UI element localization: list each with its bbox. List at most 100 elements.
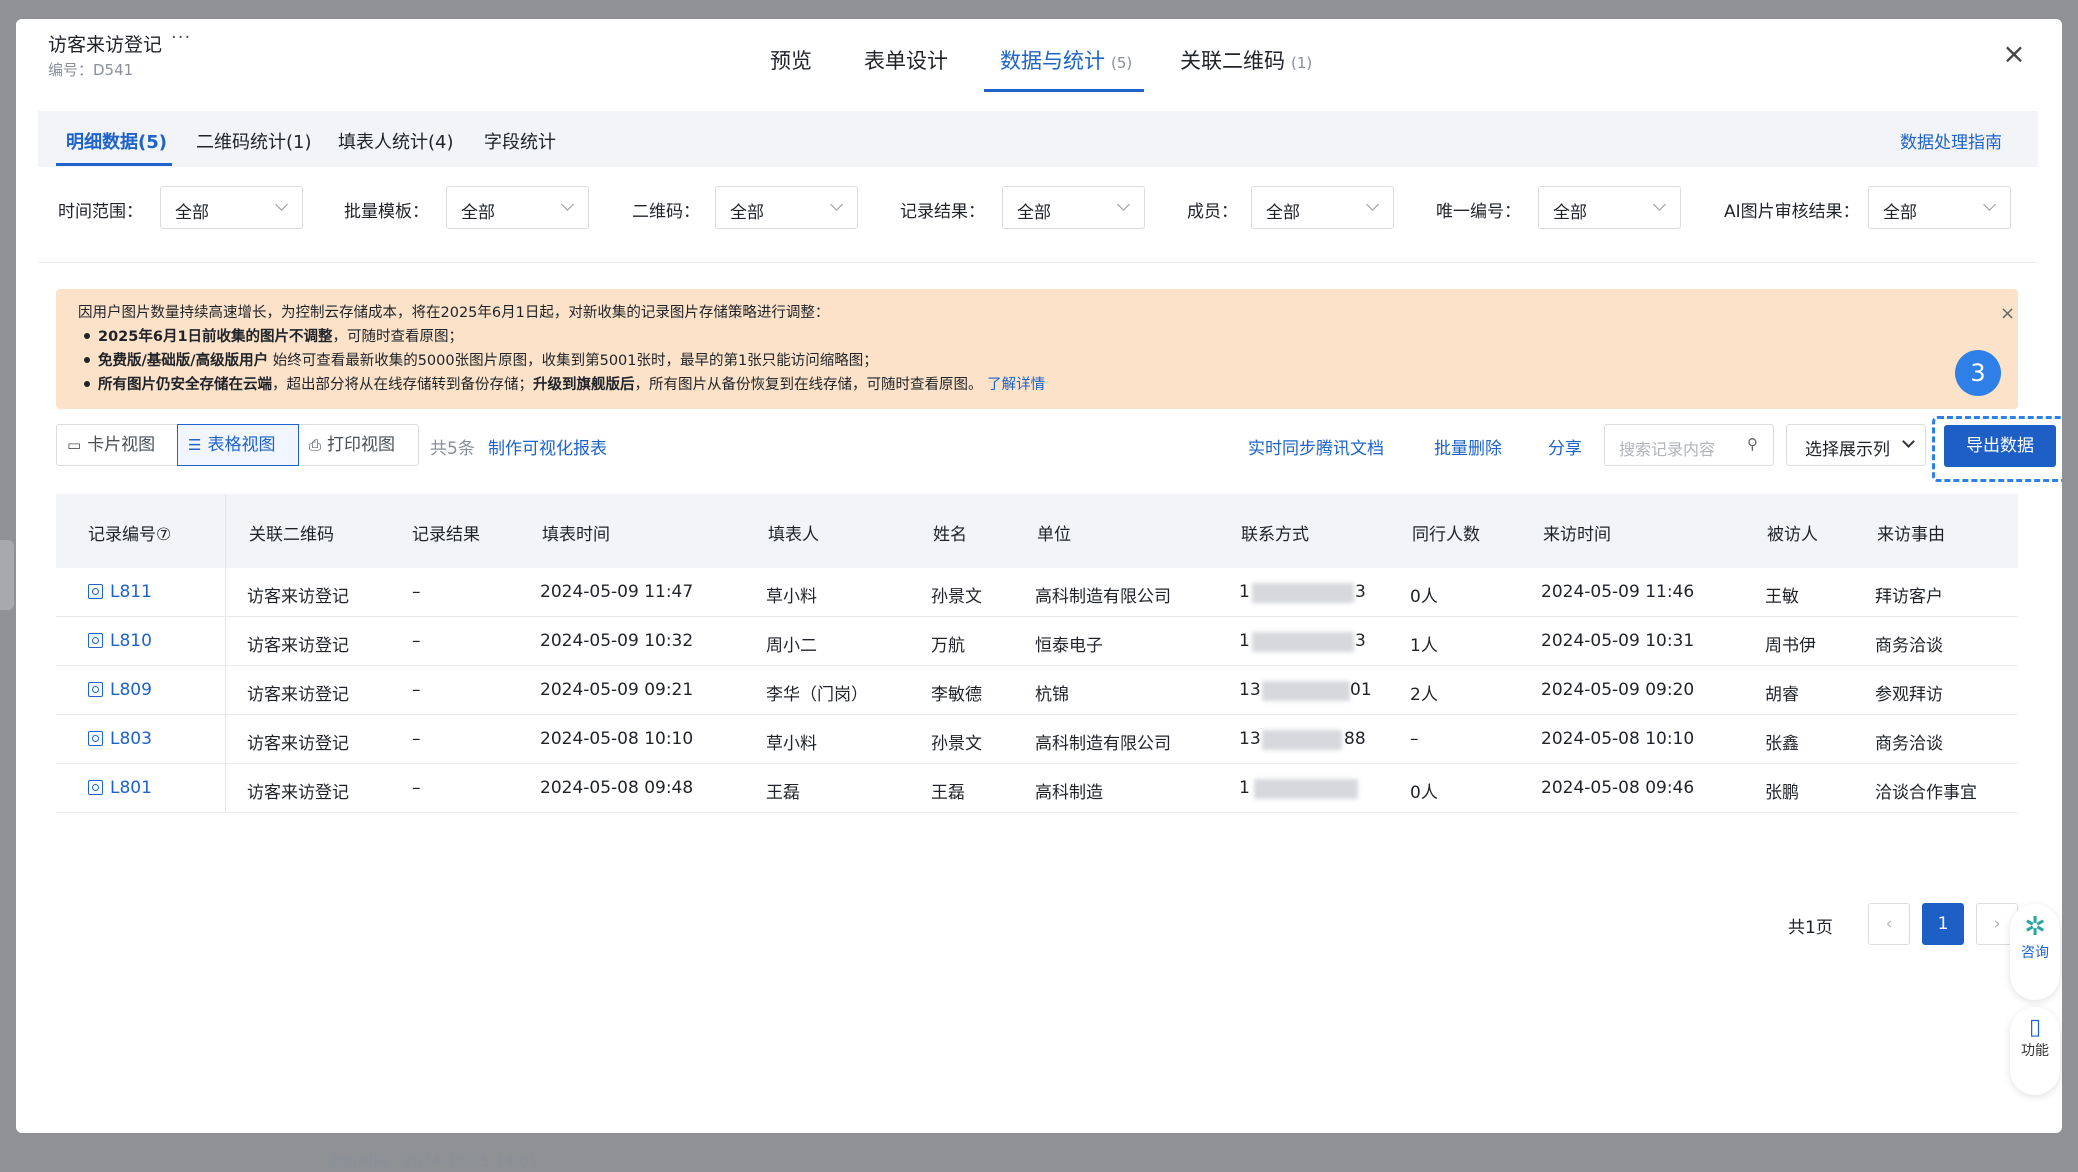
visual-report-link[interactable]: 制作可视化报表 (488, 434, 607, 459)
subtab-filler-stats[interactable]: 填表人统计(4) (338, 128, 454, 154)
card-view-button[interactable]: ▭ 卡片视图 (67, 425, 155, 465)
table-row[interactable]: L810 访客来访登记 – 2024-05-09 10:32 周小二 万航 恒泰… (56, 617, 2018, 666)
record-icon (88, 682, 103, 697)
cell-company: 杭锦 (1035, 685, 1069, 705)
cell-companions: 2人 (1410, 685, 1438, 705)
batch-delete-link[interactable]: 批量删除 (1434, 434, 1502, 459)
filter-record-result-select[interactable]: 全部 (1002, 186, 1145, 229)
cell-filler: 王磊 (766, 783, 800, 803)
filter-member-select[interactable]: 全部 (1251, 186, 1394, 229)
page-1-button[interactable]: 1 (1922, 903, 1964, 945)
record-count: 共5条 (430, 439, 475, 459)
features-float-button[interactable]: ▯ 功能 (2010, 1007, 2060, 1095)
search-icon: ⚲ (1747, 435, 1758, 453)
chevron-down-icon (1653, 198, 1666, 211)
cell-fill-time: 2024-05-08 10:10 (540, 729, 694, 749)
table-view-button[interactable]: ☰ 表格视图 (177, 424, 299, 466)
search-input[interactable]: 搜索记录内容 ⚲ (1604, 424, 1774, 466)
subtab-detail-data[interactable]: 明细数据(5) (66, 128, 167, 154)
record-id-link[interactable]: L810 (88, 631, 152, 651)
col-contact: 联系方式 (1241, 525, 1309, 545)
notice-close-icon[interactable]: × (2000, 303, 2015, 324)
subtab-qrcode-stats[interactable]: 二维码统计(1) (196, 128, 312, 154)
notice-bullet-1: 2025年6月1日前收集的图片不调整，可随时查看原图； (78, 325, 463, 346)
view-switcher: ▭ 卡片视图 ☰ 表格视图 ⎙ 打印视图 (56, 424, 419, 466)
cell-name: 孙景文 (931, 734, 982, 754)
cell-fill-time: 2024-05-08 09:48 (540, 778, 694, 798)
subtab-field-stats[interactable]: 字段统计 (484, 128, 556, 154)
tab-preview[interactable]: 预览 (770, 45, 812, 75)
tab-form-design[interactable]: 表单设计 (864, 45, 948, 75)
table-row[interactable]: L811 访客来访登记 – 2024-05-09 11:47 草小料 孙景文 高… (56, 568, 2018, 617)
table-row[interactable]: L803 访客来访登记 – 2024-05-08 10:10 草小料 孙景文 高… (56, 715, 2018, 764)
active-subtab-indicator (56, 163, 172, 166)
chevron-down-icon (561, 198, 574, 211)
chevron-down-icon (830, 198, 843, 211)
table-row[interactable]: L809 访客来访登记 – 2024-05-09 09:21 李华（门岗） 李敏… (56, 666, 2018, 715)
tab-data-stats[interactable]: 数据与统计 (5) (1000, 45, 1132, 75)
column-select-dropdown[interactable]: 选择展示列 (1786, 424, 1926, 466)
cell-host: 胡睿 (1765, 685, 1799, 705)
cell-name: 孙景文 (931, 587, 982, 607)
filter-label-batch-template: 批量模板： (344, 202, 429, 222)
cell-contact-tail: 3 (1355, 631, 1366, 651)
record-icon (88, 731, 103, 746)
learn-more-link[interactable]: 了解详情 (987, 377, 1045, 393)
features-icon: ▯ (2028, 1015, 2042, 1040)
filter-bar: 时间范围： 全部 批量模板： 全部 二维码： 全部 记录结果： 全部 成员： 全… (38, 167, 2038, 263)
consult-label: 咨询 (2021, 945, 2049, 961)
col-filler: 填表人 (768, 525, 819, 545)
step-number-badge: 3 (1955, 350, 2001, 396)
col-visit-time: 来访时间 (1543, 525, 1611, 545)
cell-filler: 草小料 (766, 587, 817, 607)
print-view-button[interactable]: ⎙ 打印视图 (309, 425, 395, 465)
cell-contact-tail: 88 (1344, 729, 1366, 749)
cell-company: 高科制造有限公司 (1035, 587, 1171, 607)
cell-result: – (412, 729, 421, 749)
filter-label-time-range: 时间范围： (58, 202, 143, 222)
share-link[interactable]: 分享 (1548, 434, 1582, 459)
record-id-link[interactable]: L803 (88, 729, 152, 749)
col-record-result: 记录结果 (412, 525, 480, 545)
redacted-phone (1252, 583, 1354, 603)
export-data-button[interactable]: 导出数据 (1944, 425, 2056, 467)
cell-reason: 商务洽谈 (1875, 734, 1943, 754)
cell-qrcode: 访客来访登记 (247, 783, 349, 803)
cell-companions: 0人 (1410, 587, 1438, 607)
filter-batch-template-select[interactable]: 全部 (446, 186, 589, 229)
chevron-down-icon (1117, 198, 1130, 211)
sync-tencent-docs-link[interactable]: 实时同步腾讯文档 (1248, 434, 1384, 459)
filter-ai-image-review-select[interactable]: 全部 (1868, 186, 2011, 229)
pagination: 共1页 ‹ 1 › (1788, 903, 2018, 945)
table-header: 记录编号⑦ 关联二维码 记录结果 填表时间 填表人 姓名 单位 联系方式 同行人… (56, 494, 2018, 568)
cell-companions: – (1410, 729, 1419, 749)
features-label: 功能 (2021, 1043, 2049, 1059)
filter-label-record-result: 记录结果： (900, 202, 985, 222)
record-id-link[interactable]: L811 (88, 582, 152, 602)
print-icon: ⎙ (309, 436, 322, 454)
filter-qrcode-select[interactable]: 全部 (715, 186, 858, 229)
tab-linked-qrcode-count: (1) (1291, 54, 1313, 72)
redacted-phone (1254, 779, 1358, 799)
main-tabs: 预览 表单设计 数据与统计 (5) 关联二维码 (1) (16, 19, 2062, 93)
cell-result: – (412, 631, 421, 651)
cell-contact-tail: 3 (1355, 582, 1366, 602)
record-id-link[interactable]: L809 (88, 680, 152, 700)
col-record-id[interactable]: 记录编号⑦ (88, 520, 171, 545)
cell-contact-masked: 1 (1239, 778, 1250, 798)
tab-linked-qrcode[interactable]: 关联二维码 (1) (1180, 45, 1312, 75)
close-icon[interactable]: × (1998, 39, 2030, 71)
filter-time-range-select[interactable]: 全部 (160, 186, 303, 229)
filter-unique-id-select[interactable]: 全部 (1538, 186, 1681, 229)
consult-float-button[interactable]: ✲ 咨询 (2010, 904, 2060, 1000)
prev-page-button[interactable]: ‹ (1868, 903, 1910, 945)
record-id-link[interactable]: L801 (88, 778, 152, 798)
cell-visit-time: 2024-05-08 09:46 (1541, 778, 1695, 798)
filter-label-ai-image-review: AI图片审核结果： (1724, 202, 1860, 222)
cell-qrcode: 访客来访登记 (247, 636, 349, 656)
col-fill-time: 填表时间 (542, 525, 610, 545)
table-row[interactable]: L801 访客来访登记 – 2024-05-08 09:48 王磊 王磊 高科制… (56, 764, 2018, 813)
data-guide-link[interactable]: 数据处理指南 (1900, 128, 2002, 153)
cell-result: – (412, 582, 421, 602)
cell-contact-masked: 1 (1239, 582, 1250, 602)
